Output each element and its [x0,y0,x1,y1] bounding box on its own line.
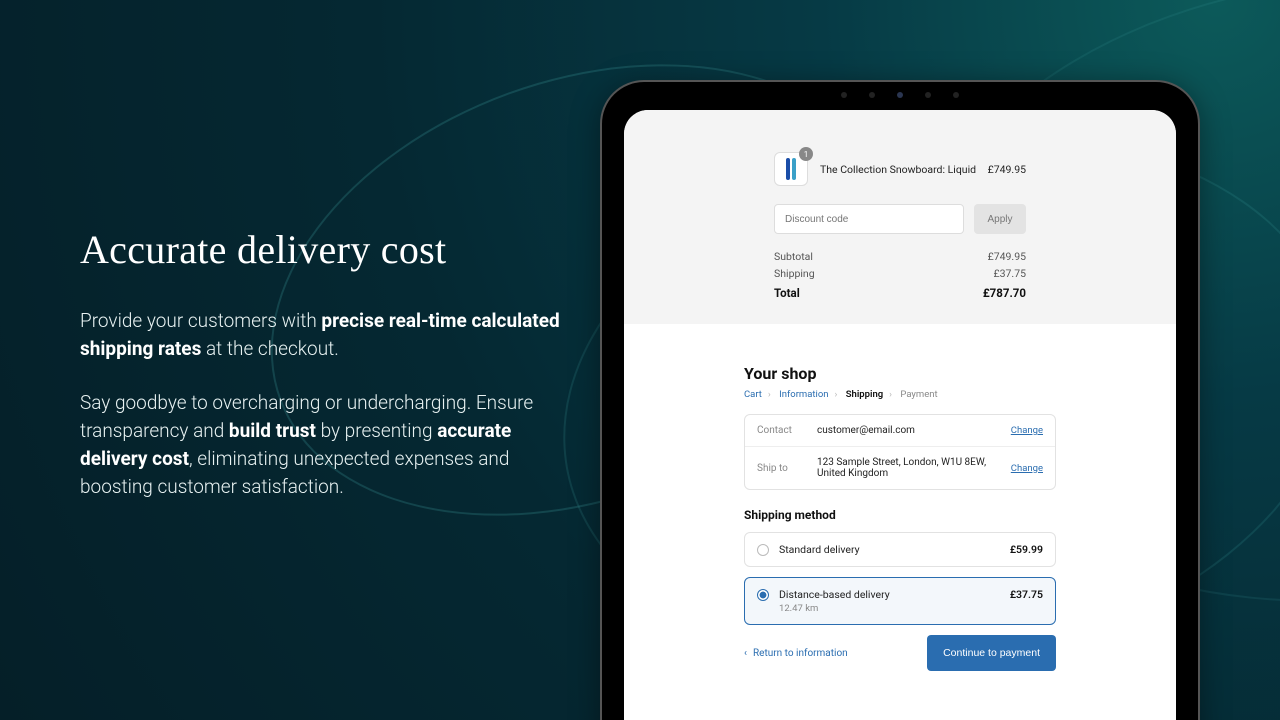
apply-button[interactable]: Apply [974,204,1026,234]
radio-icon [757,544,769,556]
radio-selected-icon [757,589,769,601]
tablet-camera-notch [841,92,959,98]
marketing-paragraph-2: Say goodbye to overcharging or underchar… [80,389,580,501]
contact-shipto-box: Contact customer@email.com Change Ship t… [744,414,1056,490]
order-summary: 1 The Collection Snowboard: Liquid £749.… [624,110,1176,324]
contact-row: Contact customer@email.com Change [745,415,1055,446]
marketing-copy: Accurate delivery cost Provide your cust… [80,226,580,527]
total-row: Total £787.70 [774,286,1026,300]
return-to-information-link[interactable]: ‹ Return to information [744,648,848,659]
tablet-screen: 1 The Collection Snowboard: Liquid £749.… [624,110,1176,720]
marketing-heading: Accurate delivery cost [80,226,580,273]
shipping-row: Shipping £37.75 [774,267,1026,280]
shipping-option-standard[interactable]: Standard delivery £59.99 [744,532,1056,567]
chevron-right-icon: › [768,389,771,400]
discount-code-input[interactable] [774,204,964,234]
breadcrumb-payment: Payment [900,389,937,400]
shipto-row: Ship to 123 Sample Street, London, W1U 8… [745,446,1055,489]
breadcrumb-shipping: Shipping [846,389,883,400]
quantity-badge: 1 [799,147,813,161]
marketing-paragraph-1: Provide your customers with precise real… [80,307,580,363]
product-thumbnail: 1 [774,152,808,186]
tablet-frame: 1 The Collection Snowboard: Liquid £749.… [600,80,1200,720]
shop-title: Your shop [744,364,1056,383]
product-price: £749.95 [988,163,1026,176]
breadcrumb-cart[interactable]: Cart [744,389,762,400]
cart-line-item: 1 The Collection Snowboard: Liquid £749.… [774,152,1026,186]
product-name: The Collection Snowboard: Liquid [820,163,988,176]
change-contact-link[interactable]: Change [1011,425,1043,436]
checkout-panel: Your shop Cart › Information › Shipping › P… [624,324,1176,691]
change-shipto-link[interactable]: Change [1011,463,1043,474]
chevron-right-icon: › [889,389,892,400]
continue-to-payment-button[interactable]: Continue to payment [927,635,1056,671]
chevron-left-icon: ‹ [744,648,747,659]
chevron-right-icon: › [835,389,838,400]
shipping-option-distance[interactable]: Distance-based delivery 12.47 km £37.75 [744,577,1056,625]
breadcrumb-information[interactable]: Information [779,389,828,400]
subtotal-row: Subtotal £749.95 [774,250,1026,263]
shipping-method-heading: Shipping method [744,508,1056,522]
breadcrumb: Cart › Information › Shipping › Payment [744,389,1056,400]
